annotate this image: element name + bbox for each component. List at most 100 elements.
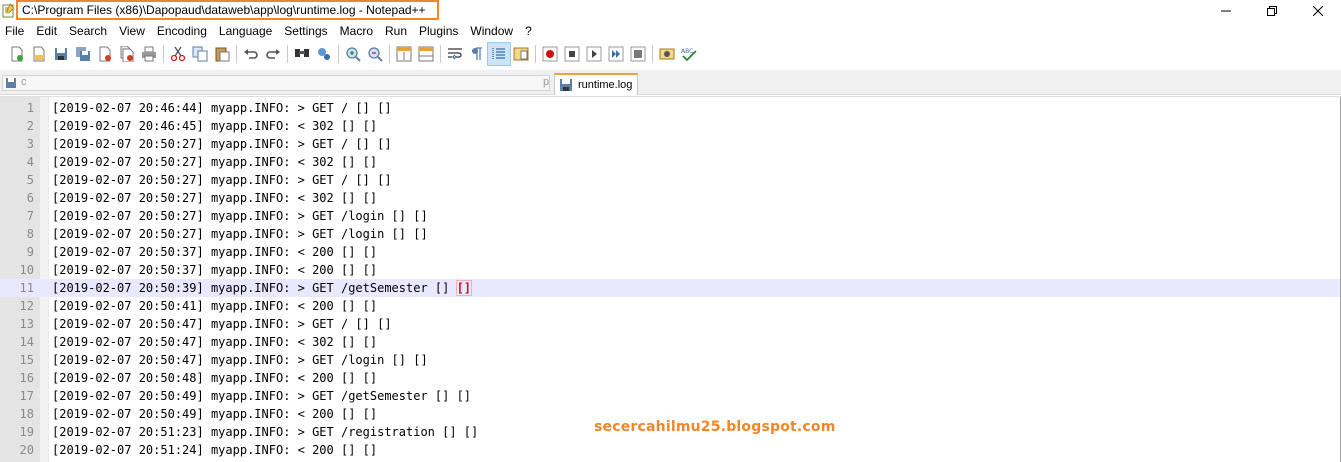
sync-horizontal-button[interactable] xyxy=(415,43,437,65)
menu-window[interactable]: Window xyxy=(465,22,520,41)
undo-button[interactable] xyxy=(240,43,262,65)
save-button[interactable] xyxy=(50,43,72,65)
line-text: [2019-02-07 20:50:27] myapp.INFO: > GET … xyxy=(52,209,428,223)
brace-match-highlight: [] xyxy=(455,280,473,296)
menu-help[interactable]: ? xyxy=(520,22,539,41)
close-button[interactable] xyxy=(94,43,116,65)
find-button[interactable] xyxy=(291,43,313,65)
redo-button[interactable] xyxy=(262,43,284,65)
line-number: 17 xyxy=(19,389,34,403)
spell-check-button[interactable]: ABC xyxy=(678,43,700,65)
save-all-button[interactable] xyxy=(72,43,94,65)
editor-line[interactable]: 14 [2019-02-07 20:50:47] myapp.INFO: < 30… xyxy=(0,333,1340,351)
open-file-icon xyxy=(33,46,45,61)
print-button[interactable] xyxy=(138,43,160,65)
editor-line[interactable]: 16 [2019-02-07 20:50:48] myapp.INFO: < 20… xyxy=(0,369,1340,387)
zoom-in-icon xyxy=(346,46,361,62)
line-number: 12 xyxy=(19,299,34,313)
editor-line[interactable]: 12 [2019-02-07 20:50:41] myapp.INFO: < 20… xyxy=(0,297,1340,315)
tab-other[interactable]: c p xyxy=(2,75,550,91)
line-text: [2019-02-07 20:50:47] myapp.INFO: > GET … xyxy=(52,317,392,331)
editor-line[interactable]: 7 [2019-02-07 20:50:27] myapp.INFO: > GET… xyxy=(0,207,1340,225)
editor-line[interactable]: 6 [2019-02-07 20:50:27] myapp.INFO: < 302… xyxy=(0,189,1340,207)
editor-line[interactable]: 17 [2019-02-07 20:50:49] myapp.INFO: > GE… xyxy=(0,387,1340,405)
line-number: 2 xyxy=(26,119,34,133)
document-map-icon xyxy=(513,47,529,60)
menu-view[interactable]: View xyxy=(114,22,152,41)
save-macro-button[interactable] xyxy=(627,43,649,65)
editor-line[interactable]: 4 [2019-02-07 20:50:27] myapp.INFO: < 302… xyxy=(0,153,1340,171)
zoom-out-icon xyxy=(368,46,383,62)
close-icon xyxy=(99,46,111,61)
line-text: [2019-02-07 20:50:48] myapp.INFO: < 200 … xyxy=(52,371,378,385)
indent-guide-button[interactable] xyxy=(487,41,511,66)
line-number: 11 xyxy=(19,281,34,295)
editor-line[interactable]: 10 [2019-02-07 20:50:37] myapp.INFO: < 20… xyxy=(0,261,1340,279)
replace-button[interactable] xyxy=(313,43,335,65)
zoom-in-button[interactable] xyxy=(342,43,364,65)
line-text: [2019-02-07 20:51:24] myapp.INFO: < 200 … xyxy=(52,443,378,457)
record-macro-icon xyxy=(542,46,558,61)
editor-line[interactable]: 8 [2019-02-07 20:50:27] myapp.INFO: > GET… xyxy=(0,225,1340,243)
menu-settings[interactable]: Settings xyxy=(279,22,334,41)
line-number: 1 xyxy=(26,101,34,115)
paste-button[interactable] xyxy=(211,43,233,65)
run-macro-multiple-icon xyxy=(608,46,624,61)
new-file-button[interactable] xyxy=(6,43,28,65)
document-map-button[interactable] xyxy=(510,43,532,65)
menu-search[interactable]: Search xyxy=(64,22,114,41)
line-text: [2019-02-07 20:50:37] myapp.INFO: < 200 … xyxy=(52,245,378,259)
line-number: 5 xyxy=(26,173,34,187)
open-file-button[interactable] xyxy=(28,43,50,65)
cut-button[interactable] xyxy=(167,43,189,65)
menu-plugins[interactable]: Plugins xyxy=(414,22,465,41)
editor-line[interactable]: 15 [2019-02-07 20:50:47] myapp.INFO: > GE… xyxy=(0,351,1340,369)
menu-run[interactable]: Run xyxy=(380,22,414,41)
svg-text:ABC: ABC xyxy=(681,48,693,55)
line-text: [2019-02-07 20:50:47] myapp.INFO: < 302 … xyxy=(52,335,378,349)
record-macro-button[interactable] xyxy=(539,43,561,65)
line-number: 7 xyxy=(26,209,34,223)
editor-line[interactable]: 9 [2019-02-07 20:50:37] myapp.INFO: < 200… xyxy=(0,243,1340,261)
stop-record-button[interactable] xyxy=(561,43,583,65)
close-window-button[interactable] xyxy=(1295,0,1341,22)
menu-edit[interactable]: Edit xyxy=(31,22,64,41)
minimize-button[interactable] xyxy=(1203,0,1249,22)
run-macro-multiple-button[interactable] xyxy=(605,43,627,65)
launch-browser-button[interactable] xyxy=(656,43,678,65)
tab-runtime-log[interactable]: runtime.log xyxy=(554,73,638,95)
line-text: [2019-02-07 20:50:47] myapp.INFO: > GET … xyxy=(52,353,428,367)
menu-file[interactable]: File xyxy=(0,22,31,41)
editor-line[interactable]: 13 [2019-02-07 20:50:47] myapp.INFO: > GE… xyxy=(0,315,1340,333)
notepad-plus-plus-icon xyxy=(2,3,15,18)
menu-macro[interactable]: Macro xyxy=(335,22,380,41)
cut-icon xyxy=(170,46,186,61)
editor-line[interactable]: 20 [2019-02-07 20:51:24] myapp.INFO: < 20… xyxy=(0,441,1340,459)
menu-encoding[interactable]: Encoding xyxy=(152,22,214,41)
close-all-button[interactable] xyxy=(116,43,138,65)
show-all-chars-button[interactable] xyxy=(466,43,488,65)
copy-button[interactable] xyxy=(189,43,211,65)
spell-check-icon: ABC xyxy=(681,48,697,61)
toolbar-separator xyxy=(287,44,288,63)
toolbar-separator xyxy=(652,44,653,63)
maximize-button[interactable] xyxy=(1249,0,1295,22)
word-wrap-button[interactable] xyxy=(444,43,466,65)
zoom-out-button[interactable] xyxy=(364,43,386,65)
line-number: 6 xyxy=(26,191,34,205)
editor[interactable]: 1 [2019-02-07 20:46:44] myapp.INFO: > GET… xyxy=(0,96,1341,462)
editor-line[interactable]: 2 [2019-02-07 20:46:45] myapp.INFO: < 302… xyxy=(0,117,1340,135)
tab-label: runtime.log xyxy=(578,79,633,91)
current-line[interactable]: 11 [2019-02-07 20:50:39] myapp.INFO: > GE… xyxy=(0,279,1340,297)
play-macro-button[interactable] xyxy=(583,43,605,65)
editor-line[interactable]: 5 [2019-02-07 20:50:27] myapp.INFO: > GET… xyxy=(0,171,1340,189)
replace-icon xyxy=(318,47,330,60)
editor-line[interactable]: 3 [2019-02-07 20:50:27] myapp.INFO: > GET… xyxy=(0,135,1340,153)
menu-language[interactable]: Language xyxy=(214,22,279,41)
play-macro-icon xyxy=(586,46,602,61)
print-icon xyxy=(142,46,156,61)
show-all-chars-icon xyxy=(472,46,482,60)
toolbar-separator xyxy=(440,44,441,63)
sync-vertical-button[interactable] xyxy=(393,43,415,65)
editor-line[interactable]: 1 [2019-02-07 20:46:44] myapp.INFO: > GET… xyxy=(0,99,1340,117)
